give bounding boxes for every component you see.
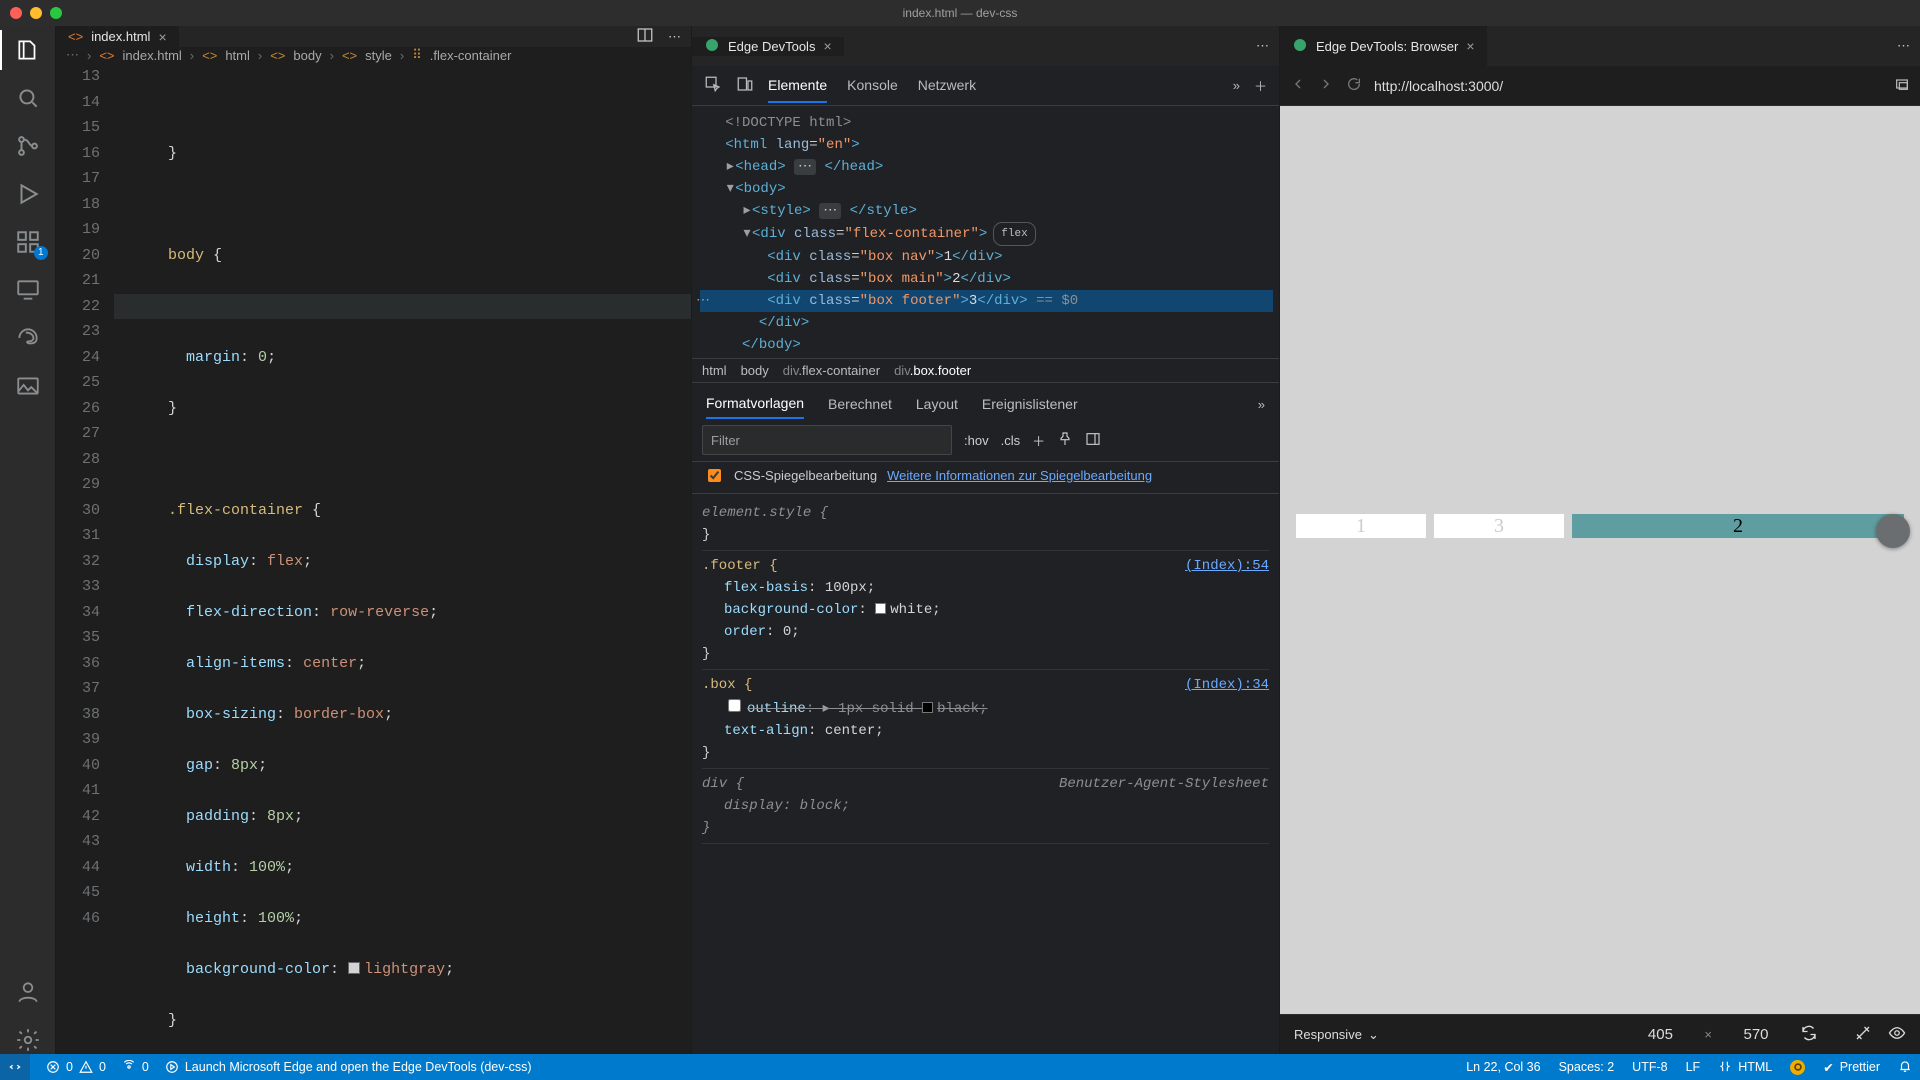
eol-indicator[interactable]: LF (1686, 1060, 1701, 1074)
hov-toggle[interactable]: :hov (964, 433, 989, 448)
device-toolbar: Responsive ⌄ × (1280, 1014, 1920, 1054)
search-icon[interactable] (14, 84, 42, 112)
cls-toggle[interactable]: .cls (1001, 433, 1021, 448)
rotate-icon[interactable] (1800, 1024, 1818, 1045)
dom-tree[interactable]: <!DOCTYPE html> <html lang="en"> ▸<head>… (692, 106, 1279, 358)
language-indicator[interactable]: HTML (1718, 1060, 1772, 1074)
split-editor-icon[interactable] (636, 26, 654, 47)
close-icon[interactable]: × (1466, 38, 1474, 54)
mirror-checkbox[interactable] (708, 469, 721, 482)
rendered-box-3: 3 (1434, 514, 1564, 538)
tab-computed[interactable]: Berechnet (828, 390, 892, 418)
activity-bar: 1 (0, 26, 56, 1054)
open-external-icon[interactable] (1894, 76, 1910, 95)
css-mirror-row: CSS-Spiegelbearbeitung Weitere Informati… (692, 462, 1279, 494)
more-icon[interactable]: ⋯ (1897, 38, 1910, 54)
extensions-icon[interactable]: 1 (14, 228, 42, 256)
reload-icon[interactable] (1346, 76, 1362, 95)
more-icon[interactable]: ⋯ (1256, 38, 1269, 54)
eye-icon[interactable] (1888, 1024, 1906, 1045)
breadcrumb[interactable]: ⋯› <> index.html› <>html› <>body› <>styl… (56, 47, 691, 64)
overflow-icon[interactable]: » (1258, 397, 1265, 412)
html-file-icon: <> (99, 48, 114, 63)
encoding-indicator[interactable]: UTF-8 (1632, 1060, 1667, 1074)
device-select[interactable]: Responsive ⌄ (1294, 1027, 1379, 1043)
code-area[interactable]: } body { height: 100%; margin: 0; } .fle… (114, 64, 691, 1080)
remote-explorer-icon[interactable] (14, 276, 42, 304)
viewport-width-input[interactable] (1632, 1025, 1688, 1044)
close-icon[interactable]: × (158, 29, 166, 45)
source-link[interactable]: (Index):54 (1185, 555, 1269, 577)
touch-cursor-icon (1876, 514, 1910, 548)
toggle-pane-icon[interactable] (1085, 431, 1101, 450)
window-title: index.html — dev-css (0, 6, 1920, 20)
account-icon[interactable] (14, 978, 42, 1006)
pin-icon[interactable] (1057, 431, 1073, 450)
source-control-icon[interactable] (14, 132, 42, 160)
tab-browser[interactable]: Edge DevTools: Browser × (1280, 26, 1488, 66)
rendered-box-2: 2 (1572, 514, 1904, 538)
html-file-icon: <> (68, 29, 83, 44)
remote-indicator[interactable] (0, 1054, 30, 1080)
image-preview-icon[interactable] (14, 372, 42, 400)
run-debug-icon[interactable] (14, 180, 42, 208)
prettier-indicator[interactable]: ✔Prettier (1823, 1060, 1880, 1075)
panel-console[interactable]: Konsole (847, 69, 898, 103)
more-icon[interactable]: ⋯ (668, 29, 681, 45)
editor-tabbar: <> index.html × ⋯ (56, 26, 691, 47)
explorer-icon[interactable] (14, 36, 42, 64)
source-link[interactable]: (Index):34 (1185, 674, 1269, 696)
add-panel-icon[interactable]: ＋ (1254, 76, 1267, 95)
editor-pane: <> index.html × ⋯ ⋯› <> index.html› <>ht… (56, 26, 692, 1054)
overflow-icon[interactable]: » (1233, 78, 1240, 93)
panel-network[interactable]: Netzwerk (918, 69, 976, 103)
screenshot-icon[interactable] (1854, 1024, 1872, 1045)
tab-layout[interactable]: Layout (916, 390, 958, 418)
tab-devtools[interactable]: Edge DevTools × (692, 37, 845, 56)
notifications-icon[interactable] (1898, 1059, 1912, 1076)
tab-label: index.html (91, 29, 150, 44)
styles-tabs: Formatvorlagen Berechnet Layout Ereignis… (692, 383, 1279, 419)
dom-breadcrumb[interactable]: html body divdiv.flex-container.flex-con… (692, 358, 1279, 383)
browser-pane: Edge DevTools: Browser × ⋯ http://localh… (1280, 26, 1920, 1054)
devtools-pane: Edge DevTools × ⋯ Elemente Konsole Netzw… (692, 26, 1280, 1054)
device-toggle-icon[interactable] (736, 75, 754, 96)
dimensions-x: × (1704, 1027, 1712, 1042)
mirror-info-link[interactable]: Weitere Informationen zur Spiegelbearbei… (887, 468, 1152, 484)
extensions-badge: 1 (34, 246, 48, 260)
problems-indicator[interactable]: 0 0 (46, 1060, 106, 1074)
gear-icon[interactable] (14, 1026, 42, 1054)
panel-elements[interactable]: Elemente (768, 69, 827, 103)
rendered-flex-container: 1 3 2 (1288, 506, 1912, 546)
indent-indicator[interactable]: Spaces: 2 (1559, 1060, 1615, 1074)
go-live-icon[interactable] (1790, 1060, 1805, 1075)
edge-icon (704, 37, 720, 56)
browser-viewport[interactable]: 1 3 2 (1280, 106, 1920, 1014)
back-icon[interactable] (1290, 76, 1306, 95)
new-style-icon[interactable]: ＋ (1032, 431, 1045, 450)
titlebar: index.html — dev-css (0, 0, 1920, 26)
line-gutter: 1314151617181920212223242526272829303132… (56, 64, 114, 1080)
chevron-down-icon: ⌄ (1368, 1027, 1379, 1043)
prop-toggle[interactable] (728, 699, 741, 712)
inspect-icon[interactable] (704, 75, 722, 96)
address-bar[interactable]: http://localhost:3000/ (1374, 78, 1882, 94)
tab-eventlisteners[interactable]: Ereignislistener (982, 390, 1078, 418)
tab-styles[interactable]: Formatvorlagen (706, 389, 804, 419)
code-editor[interactable]: 1314151617181920212223242526272829303132… (56, 64, 691, 1080)
viewport-height-input[interactable] (1728, 1025, 1784, 1044)
edge-tools-icon[interactable] (14, 324, 42, 352)
styles-filter-input[interactable]: Filter (702, 425, 952, 455)
close-icon[interactable]: × (823, 38, 831, 54)
rendered-box-1: 1 (1296, 514, 1426, 538)
tab-index-html[interactable]: <> index.html × (56, 26, 180, 47)
browser-toolbar: http://localhost:3000/ (1280, 66, 1920, 106)
cursor-position[interactable]: Ln 22, Col 36 (1466, 1060, 1540, 1074)
edge-icon (1292, 37, 1308, 56)
devtools-toolbar: Elemente Konsole Netzwerk » ＋ (692, 66, 1279, 106)
forward-icon[interactable] (1318, 76, 1334, 95)
styles-list[interactable]: element.style { } .footer { (Index):54 f… (692, 494, 1279, 848)
